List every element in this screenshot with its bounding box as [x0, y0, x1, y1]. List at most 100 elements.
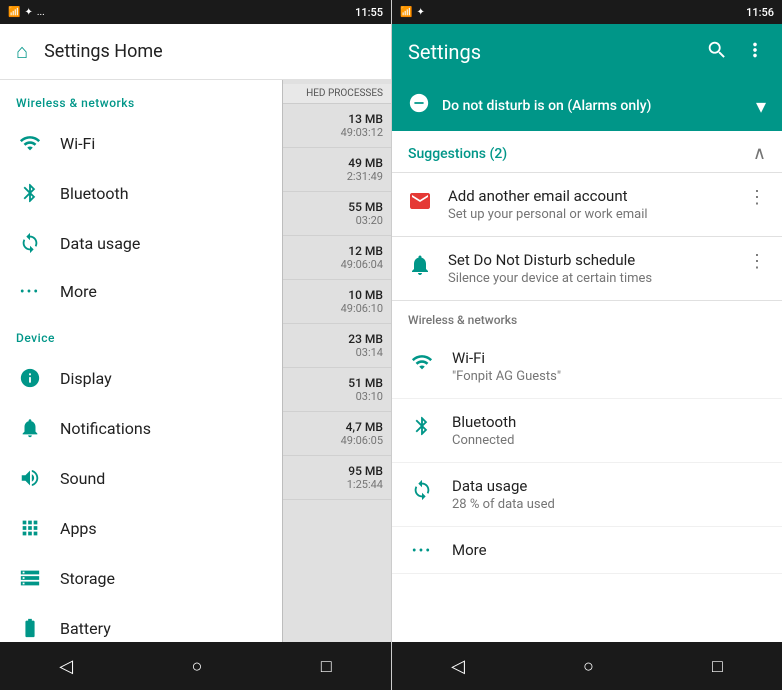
dnd-banner[interactable]: Do not disturb is on (Alarms only) ▾	[392, 80, 782, 131]
right-wireless-section-header: Wireless & networks	[392, 301, 782, 335]
section-wireless-header: Wireless & networks	[0, 80, 282, 118]
right-bluetooth-text: Bluetooth Connected	[452, 413, 766, 448]
right-status-icon-1: 📶	[400, 7, 412, 18]
data-usage-label: Data usage	[60, 234, 140, 253]
suggestion-dnd-subtitle: Silence your device at certain times	[448, 271, 732, 286]
status-icon-bt: ✦	[24, 7, 32, 18]
left-status-bar: 📶 ✦ ... 11:55	[0, 0, 391, 24]
right-bluetooth-item[interactable]: Bluetooth Connected	[392, 399, 782, 463]
settings-item-storage[interactable]: Storage	[0, 553, 282, 603]
sound-icon	[16, 467, 44, 489]
apps-label: Apps	[60, 519, 97, 538]
right-header-title: Settings	[408, 40, 481, 64]
header-actions	[706, 39, 766, 66]
right-wifi-subtitle: "Fonpit AG Guests"	[452, 369, 766, 384]
settings-item-data[interactable]: Data usage	[0, 218, 282, 268]
search-icon[interactable]	[706, 39, 728, 66]
notifications-icon	[16, 417, 44, 439]
cached-mb-8: 95 MB	[291, 464, 383, 478]
suggestion-dnd-title: Set Do Not Disturb schedule	[448, 251, 732, 269]
home-button-right[interactable]: ○	[559, 648, 618, 685]
settings-item-bluetooth[interactable]: Bluetooth	[0, 168, 282, 218]
settings-item-notifications[interactable]: Notifications	[0, 403, 282, 453]
left-header-title: Settings Home	[44, 41, 163, 62]
suggestions-section-header: Suggestions (2) ∧	[392, 131, 782, 173]
dnd-expand-icon[interactable]: ▾	[756, 94, 766, 118]
display-icon	[16, 367, 44, 389]
more-label: More	[60, 282, 97, 301]
suggestion-dnd-schedule[interactable]: Set Do Not Disturb schedule Silence your…	[392, 237, 782, 301]
cached-time-0: 49:03:12	[291, 126, 383, 139]
settings-item-more-wireless[interactable]: ••• More	[0, 268, 282, 315]
overflow-menu-icon[interactable]	[744, 39, 766, 66]
back-button-right[interactable]: ◁	[427, 648, 489, 685]
right-more-item[interactable]: ••• More	[392, 527, 782, 574]
cached-header: HED PROCESSES	[283, 84, 391, 104]
cached-time-6: 03:10	[291, 390, 383, 403]
status-icon-1: 📶	[8, 7, 20, 18]
settings-item-battery[interactable]: Battery	[0, 603, 282, 642]
bluetooth-icon	[16, 182, 44, 204]
suggestion-email[interactable]: Add another email account Set up your pe…	[392, 173, 782, 237]
suggestion-email-more-icon[interactable]: ⋮	[748, 187, 766, 208]
settings-item-sound[interactable]: Sound	[0, 453, 282, 503]
right-more-text: More	[452, 541, 766, 559]
settings-item-apps[interactable]: Apps	[0, 503, 282, 553]
cached-time-2: 03:20	[291, 214, 383, 227]
right-status-icon-bt: ✦	[416, 7, 424, 18]
right-app-header: Settings	[392, 24, 782, 80]
cached-item-6: 51 MB 03:10	[283, 368, 391, 412]
cached-time-3: 49:06:04	[291, 258, 383, 271]
sound-label: Sound	[60, 469, 105, 488]
data-icon	[16, 232, 44, 254]
right-data-icon	[408, 479, 436, 501]
home-icon: ⌂	[16, 39, 28, 64]
cached-mb-6: 51 MB	[291, 376, 383, 390]
right-data-subtitle: 28 % of data used	[452, 497, 766, 512]
right-more-title: More	[452, 541, 766, 559]
right-nav-bar: ◁ ○ □	[392, 642, 782, 690]
right-more-icon: •••	[408, 543, 436, 559]
suggestion-email-title: Add another email account	[448, 187, 732, 205]
settings-item-display[interactable]: Display	[0, 353, 282, 403]
recent-button-right[interactable]: □	[688, 648, 747, 685]
right-data-item[interactable]: Data usage 28 % of data used	[392, 463, 782, 527]
settings-item-wifi[interactable]: Wi-Fi	[0, 118, 282, 168]
cached-mb-5: 23 MB	[291, 332, 383, 346]
cached-time-8: 1:25:44	[291, 478, 383, 491]
suggestions-collapse-icon[interactable]: ∧	[753, 143, 766, 164]
cached-time-5: 03:14	[291, 346, 383, 359]
battery-label: Battery	[60, 619, 111, 638]
right-data-title: Data usage	[452, 477, 766, 495]
bell-suggestion-icon	[408, 253, 432, 283]
suggestion-email-subtitle: Set up your personal or work email	[448, 207, 732, 222]
storage-icon	[16, 567, 44, 589]
cached-item-2: 55 MB 03:20	[283, 192, 391, 236]
back-button-left[interactable]: ◁	[35, 648, 97, 685]
cached-mb-2: 55 MB	[291, 200, 383, 214]
left-content-area: Wireless & networks Wi-Fi Bluetooth	[0, 80, 391, 642]
suggestion-dnd-more-icon[interactable]: ⋮	[748, 251, 766, 272]
left-nav-bar: ◁ ○ □	[0, 642, 391, 690]
right-wifi-item[interactable]: Wi-Fi "Fonpit AG Guests"	[392, 335, 782, 399]
cached-item-4: 10 MB 49:06:10	[283, 280, 391, 324]
left-time: 11:55	[355, 6, 383, 19]
cached-item-3: 12 MB 49:06:04	[283, 236, 391, 280]
home-button-left[interactable]: ○	[168, 648, 227, 685]
right-wifi-title: Wi-Fi	[452, 349, 766, 367]
more-dots-icon: •••	[16, 284, 44, 300]
cached-time-4: 49:06:10	[291, 302, 383, 315]
cached-mb-0: 13 MB	[291, 112, 383, 126]
wifi-label: Wi-Fi	[60, 134, 95, 153]
display-label: Display	[60, 369, 112, 388]
right-status-bar: 📶 ✦ 11:56	[392, 0, 782, 24]
notifications-label: Notifications	[60, 419, 151, 438]
cached-mb-4: 10 MB	[291, 288, 383, 302]
cached-time-7: 49:06:05	[291, 434, 383, 447]
cached-item-1: 49 MB 2:31:49	[283, 148, 391, 192]
status-bar-left-icons: 📶 ✦ ...	[8, 7, 45, 18]
battery-icon	[16, 617, 44, 639]
storage-label: Storage	[60, 569, 115, 588]
recent-button-left[interactable]: □	[297, 648, 356, 685]
cached-processes-column: HED PROCESSES 13 MB 49:03:12 49 MB 2:31:…	[282, 80, 391, 642]
